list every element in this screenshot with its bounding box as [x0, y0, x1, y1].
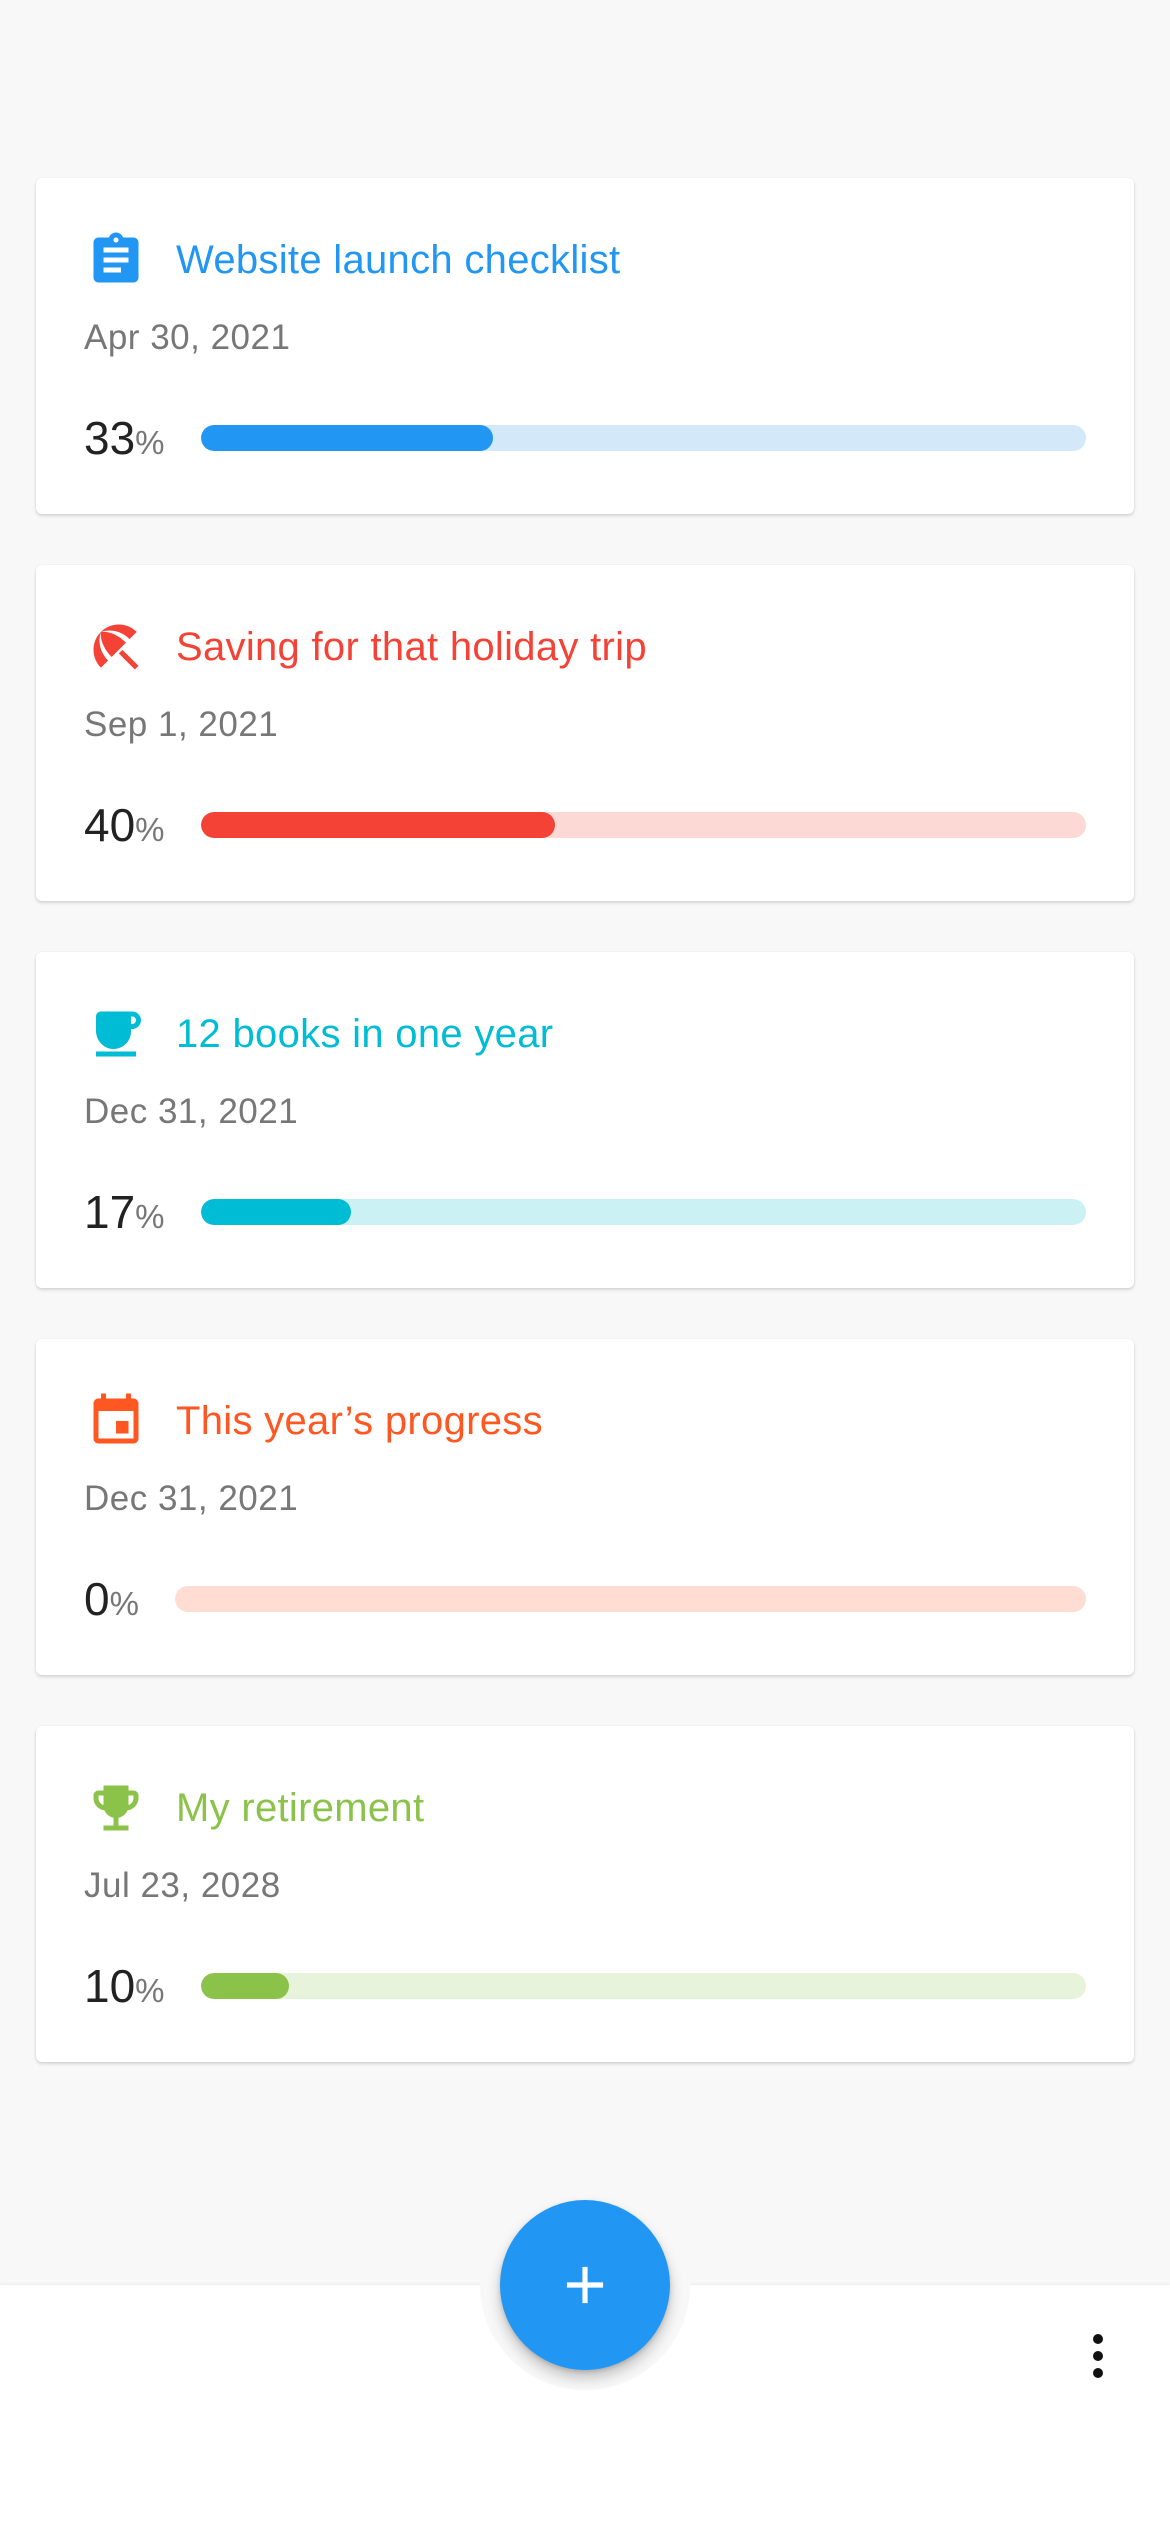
goal-date: Dec 31, 2021 — [84, 1479, 299, 1518]
percent-sign: % — [135, 1972, 165, 2009]
progress-track — [200, 1199, 1086, 1225]
beach-umbrella-icon — [84, 615, 148, 679]
percent-sign: % — [109, 1585, 139, 1622]
goal-date: Apr 30, 2021 — [84, 318, 291, 357]
goal-date: Jul 23, 2028 — [84, 1866, 281, 1905]
clipboard-icon — [84, 228, 148, 292]
plus-icon — [566, 2266, 604, 2304]
progress-fill — [200, 1199, 352, 1225]
percent-sign: % — [135, 811, 165, 848]
goal-title: My retirement — [176, 1785, 425, 1830]
add-goal-button[interactable] — [500, 2200, 670, 2370]
goal-header: My retirement — [84, 1776, 424, 1840]
percent-value: 17 — [84, 1186, 136, 1238]
progress-track — [200, 812, 1086, 838]
progress-track — [174, 1586, 1086, 1612]
percent-label: 17% — [84, 1185, 165, 1239]
goal-title: 12 books in one year — [176, 1011, 554, 1056]
goal-progress: 0% — [84, 1567, 1086, 1631]
goal-header: Saving for that holiday trip — [84, 615, 647, 679]
menu-dot — [1093, 2351, 1103, 2361]
progress-track — [200, 425, 1086, 451]
menu-dot — [1093, 2368, 1103, 2378]
percent-sign: % — [135, 424, 165, 461]
goal-progress: 33% — [84, 406, 1086, 470]
progress-fill — [200, 425, 493, 451]
progress-fill — [200, 1973, 290, 1999]
goal-progress: 40% — [84, 793, 1086, 857]
goal-header: Website launch checklist — [84, 228, 620, 292]
trophy-icon — [84, 1776, 148, 1840]
goal-header: 12 books in one year — [84, 1002, 553, 1066]
goal-card[interactable]: 12 books in one year Dec 31, 2021 17% — [36, 952, 1134, 1288]
percent-value: 0 — [84, 1573, 110, 1625]
goal-card[interactable]: Saving for that holiday trip Sep 1, 2021… — [36, 565, 1134, 901]
percent-value: 10 — [84, 1960, 136, 2012]
calendar-icon — [84, 1389, 148, 1453]
menu-dot — [1093, 2334, 1103, 2344]
goal-title: Saving for that holiday trip — [176, 624, 647, 669]
percent-sign: % — [135, 1198, 165, 1235]
goal-card[interactable]: Website launch checklist Apr 30, 2021 33… — [36, 178, 1134, 514]
progress-fill — [200, 812, 555, 838]
goal-date: Sep 1, 2021 — [84, 705, 279, 744]
goal-date: Dec 31, 2021 — [84, 1092, 299, 1131]
percent-label: 33% — [84, 411, 165, 465]
percent-value: 33 — [84, 412, 136, 464]
goal-list: Website launch checklist Apr 30, 2021 33… — [36, 178, 1134, 2113]
more-vertical-icon[interactable] — [1074, 2320, 1122, 2392]
percent-label: 0% — [84, 1572, 139, 1626]
goal-progress: 17% — [84, 1180, 1086, 1244]
percent-value: 40 — [84, 799, 136, 851]
goal-card[interactable]: My retirement Jul 23, 2028 10% — [36, 1726, 1134, 2062]
goal-progress: 10% — [84, 1954, 1086, 2018]
progress-track — [200, 1973, 1086, 1999]
percent-label: 10% — [84, 1959, 165, 2013]
goal-title: This year’s progress — [176, 1398, 543, 1443]
coffee-cup-icon — [84, 1002, 148, 1066]
goal-header: This year’s progress — [84, 1389, 543, 1453]
goal-card[interactable]: This year’s progress Dec 31, 2021 0% — [36, 1339, 1134, 1675]
goal-title: Website launch checklist — [176, 237, 621, 282]
percent-label: 40% — [84, 798, 165, 852]
